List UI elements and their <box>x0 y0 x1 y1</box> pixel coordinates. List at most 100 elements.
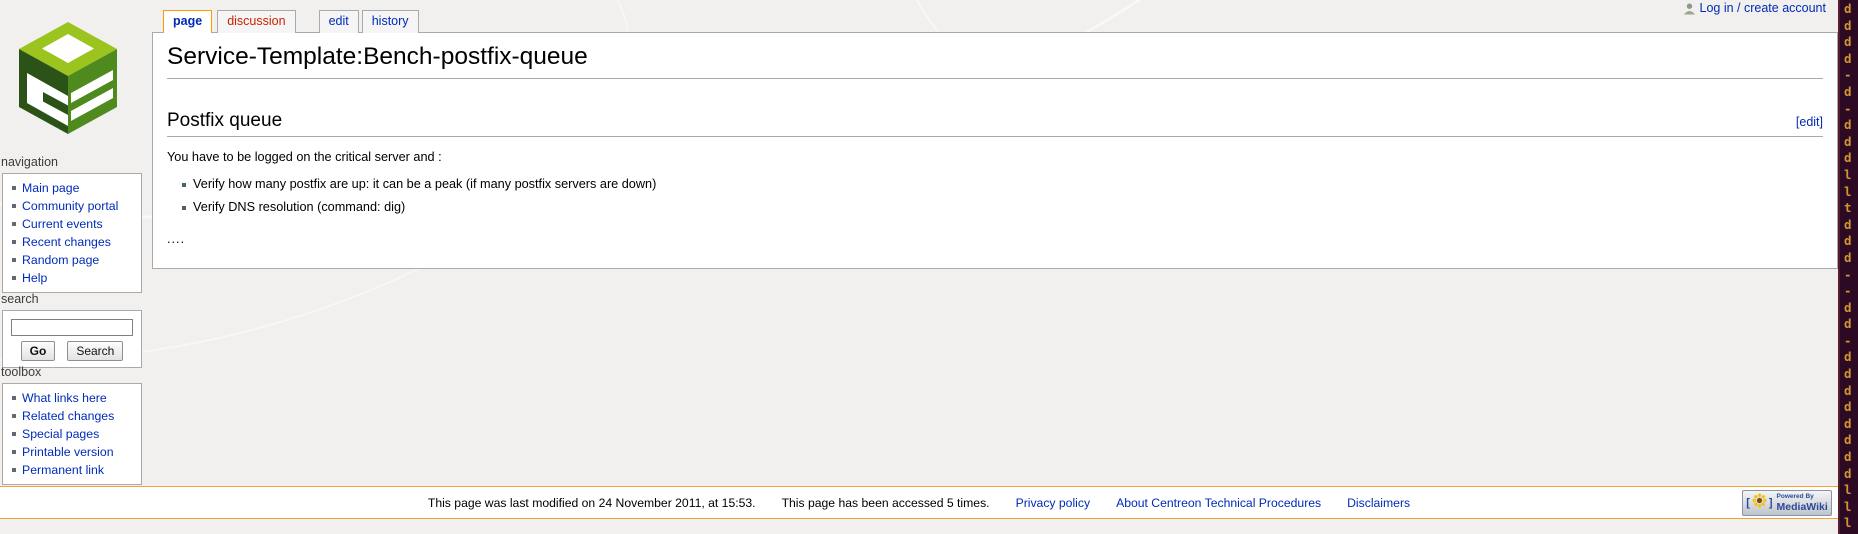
sidebar-item[interactable]: Related changes <box>12 407 139 425</box>
badge-line1: Powered By <box>1777 494 1828 501</box>
sidebar-item[interactable]: Help <box>12 269 139 287</box>
terminal-char: - <box>1844 333 1858 350</box>
terminal-char: d <box>1844 1 1858 18</box>
footer-link-about[interactable]: About Centreon Technical Procedures <box>1116 496 1321 510</box>
search-button[interactable]: Search <box>67 341 123 361</box>
terminal-char: d <box>1844 18 1858 35</box>
login-link[interactable]: Log in / create account <box>1700 1 1826 15</box>
terminal-char: d <box>1844 250 1858 267</box>
sidebar-item-label[interactable]: Random page <box>22 251 99 269</box>
terminal-char: l <box>1844 515 1858 532</box>
terminal-char: - <box>1844 67 1858 84</box>
terminal-char: d <box>1844 150 1858 167</box>
navigation-heading: navigation <box>0 155 150 169</box>
terminal-char: d <box>1844 449 1858 466</box>
terminal-char: l <box>1844 482 1858 499</box>
toolbox-heading: toolbox <box>0 365 150 379</box>
terminal-char: l <box>1844 184 1858 201</box>
terminal-char: d <box>1844 416 1858 433</box>
terminal-char: d <box>1844 217 1858 234</box>
sidebar-item-label[interactable]: Recent changes <box>22 233 111 251</box>
centreon-logo[interactable] <box>13 20 123 136</box>
square-bullet-icon <box>12 258 16 262</box>
footer-link-disclaimers[interactable]: Disclaimers <box>1347 496 1410 510</box>
login-area: Log in / create account <box>1683 1 1826 15</box>
section-heading-row: [edit] Postfix queue <box>167 110 1823 137</box>
content-box: Service-Template:Bench-postfix-queue [ed… <box>152 32 1838 269</box>
terminal-char: d <box>1844 300 1858 317</box>
user-icon <box>1683 2 1696 15</box>
sidebar-item[interactable]: Random page <box>12 251 139 269</box>
portlet-navigation: navigation Main page Community portal <box>0 155 150 293</box>
sidebar-item[interactable]: What links here <box>12 389 139 407</box>
tab-bar: page discussion edit history <box>163 10 419 33</box>
go-button[interactable]: Go <box>21 341 56 361</box>
sidebar-item-label[interactable]: Printable version <box>22 443 114 461</box>
terminal-char: t <box>1844 200 1858 217</box>
terminal-char: d <box>1844 383 1858 400</box>
terminal-char: - <box>1844 267 1858 284</box>
bracket-right: ] <box>1769 497 1773 509</box>
sidebar-item[interactable]: Special pages <box>12 425 139 443</box>
bracket-left: [ <box>1746 497 1750 509</box>
outro-text: .... <box>167 232 1823 246</box>
tab-discussion[interactable]: discussion <box>217 10 295 33</box>
badge-line2: MediaWiki <box>1777 502 1828 513</box>
square-bullet-icon <box>12 222 16 226</box>
square-bullet-icon <box>12 450 16 454</box>
square-bullet-icon <box>12 396 16 400</box>
sidebar-item[interactable]: Current events <box>12 215 139 233</box>
sidebar-item-label[interactable]: Main page <box>22 179 79 197</box>
search-input[interactable] <box>11 319 133 336</box>
tab-edit[interactable]: edit <box>319 10 359 33</box>
tab-page[interactable]: page <box>163 10 212 33</box>
tab-history[interactable]: history <box>362 10 419 33</box>
terminal-char: d <box>1844 316 1858 333</box>
sidebar-item-label[interactable]: Current events <box>22 215 103 233</box>
mediawiki-badge[interactable]: [ ] Powered By MediaWiki <box>1742 490 1832 516</box>
sidebar-item[interactable]: Permanent link <box>12 461 139 479</box>
screen: Log in / create account navigation <box>0 0 1858 534</box>
sidebar-item-label[interactable]: Permanent link <box>22 461 104 479</box>
sidebar-item-label[interactable]: Community portal <box>22 197 118 215</box>
terminal-char: d <box>1844 366 1858 383</box>
terminal-strip[interactable]: d d d d - d - d d d l l <box>1838 0 1858 534</box>
terminal-char: d <box>1844 51 1858 68</box>
portlet-toolbox: toolbox What links here Related changes <box>0 365 150 485</box>
list-item-text: Verify DNS resolution (command: dig) <box>193 196 405 219</box>
square-bullet-icon <box>182 183 186 187</box>
search-heading: search <box>0 292 150 306</box>
bullet-list: Verify how many postfix are up: it can b… <box>167 173 1823 219</box>
square-bullet-icon <box>12 276 16 280</box>
sidebar-item-label[interactable]: What links here <box>22 389 107 407</box>
sidebar-item[interactable]: Recent changes <box>12 233 139 251</box>
toolbox-list: What links here Related changes Special … <box>3 384 141 484</box>
terminal-char: - <box>1844 101 1858 118</box>
intro-text: You have to be logged on the critical se… <box>167 150 1823 164</box>
terminal-text-column: d d d d - d - d d d l l <box>1840 0 1858 532</box>
centreon-cube-icon <box>13 20 123 136</box>
terminal-char: d <box>1844 134 1858 151</box>
access-count-text: This page has been accessed 5 times. <box>782 496 990 510</box>
portlet-search: search Go Search <box>0 292 150 368</box>
navigation-list: Main page Community portal Current event… <box>3 174 141 292</box>
sidebar-item-label[interactable]: Special pages <box>22 425 99 443</box>
square-bullet-icon <box>12 186 16 190</box>
footer-link-privacy[interactable]: Privacy policy <box>1016 496 1091 510</box>
sunflower-icon <box>1752 493 1767 513</box>
edit-section-link[interactable]: [edit] <box>1796 115 1823 129</box>
sidebar-item-label[interactable]: Related changes <box>22 407 114 425</box>
last-modified-text: This page was last modified on 24 Novemb… <box>428 496 756 510</box>
terminal-char: d <box>1844 349 1858 366</box>
list-item: Verify DNS resolution (command: dig) <box>182 196 1823 219</box>
sidebar-item[interactable]: Community portal <box>12 197 139 215</box>
sidebar-item[interactable]: Main page <box>12 179 139 197</box>
terminal-char: l <box>1844 167 1858 184</box>
page-title: Service-Template:Bench-postfix-queue <box>167 43 1823 79</box>
terminal-char: d <box>1844 117 1858 134</box>
square-bullet-icon <box>182 206 186 210</box>
sidebar-item-label[interactable]: Help <box>22 269 47 287</box>
terminal-char: - <box>1844 283 1858 300</box>
sidebar-item[interactable]: Printable version <box>12 443 139 461</box>
list-item: Verify how many postfix are up: it can b… <box>182 173 1823 196</box>
